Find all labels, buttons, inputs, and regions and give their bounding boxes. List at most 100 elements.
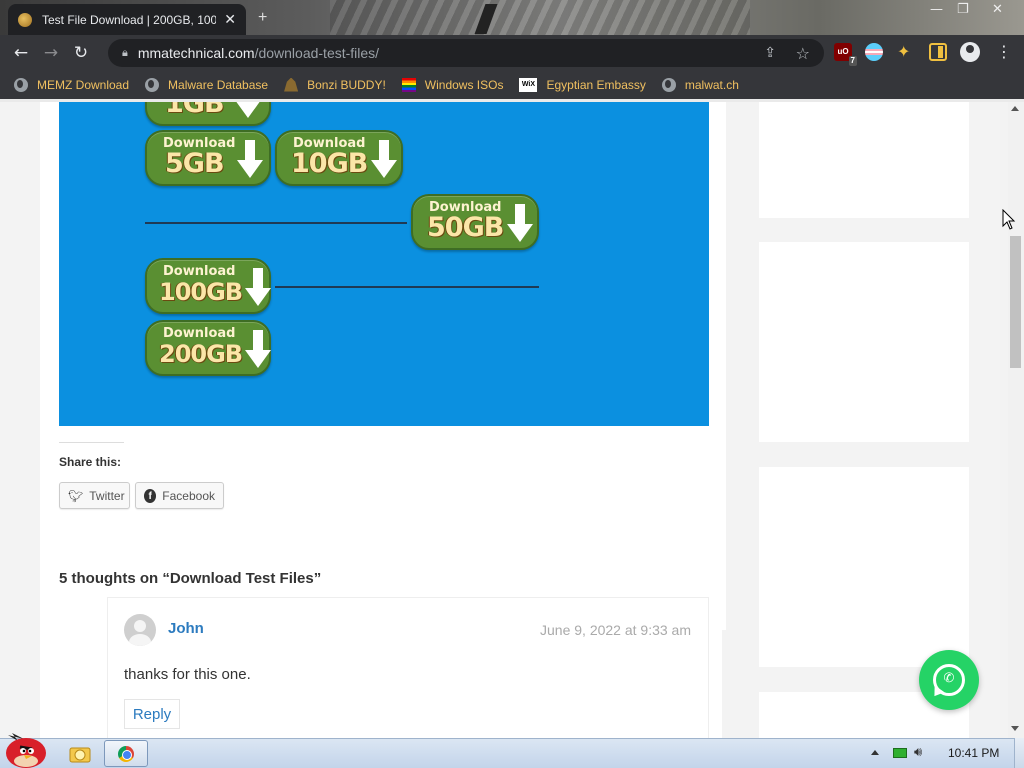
download-size: 50GB: [427, 212, 504, 243]
bookmark-label: Bonzi BUDDY!: [307, 77, 386, 92]
extensions-puzzle-icon[interactable]: ✦: [897, 43, 915, 61]
download-size: 10GB: [291, 148, 368, 179]
download-10gb-button[interactable]: Download 10GB: [275, 130, 403, 186]
show-desktop-button[interactable]: [1014, 738, 1024, 768]
page-scrollbar[interactable]: [1008, 102, 1024, 738]
down-arrow-icon: [245, 268, 271, 308]
wix-icon: WiX: [519, 77, 538, 92]
download-1gb-button[interactable]: Download 1GB: [145, 102, 271, 126]
download-size: 100GB: [159, 278, 243, 306]
reply-button[interactable]: Reply: [124, 699, 180, 729]
down-arrow-icon: [245, 330, 271, 370]
ublock-badge: 7: [848, 56, 857, 66]
download-banner-image: Download 1GB Download 5GB Download 10GB …: [59, 102, 709, 426]
taskbar-clock[interactable]: 10:41 PM: [948, 746, 999, 760]
ublock-label: uO: [837, 47, 849, 56]
download-word: Download: [163, 326, 236, 341]
lock-icon[interactable]: 🔒︎: [122, 46, 128, 60]
sidebar-widget: [759, 102, 969, 218]
globe-icon: [145, 77, 160, 92]
address-bar[interactable]: 🔒︎ mmatechnical.com/download-test-files/…: [108, 39, 824, 67]
facebook-icon: f: [144, 488, 157, 503]
bookmark-egyptian-embassy[interactable]: WiX Egyptian Embassy: [519, 77, 646, 92]
start-angry-bird-icon[interactable]: [2, 731, 50, 768]
browser-tab[interactable]: Test File Download | 200GB, 100GB ✕: [8, 4, 246, 35]
download-50gb-button[interactable]: Download 50GB: [411, 194, 539, 250]
browser-menu-icon[interactable]: ⋮: [996, 42, 1012, 61]
bonzi-icon: [284, 77, 299, 92]
comment-text: thanks for this one.: [124, 666, 251, 683]
banner-divider-line: [145, 222, 407, 224]
comment-author-link[interactable]: John: [168, 620, 204, 637]
flag-extension-icon[interactable]: [865, 43, 883, 61]
facebook-label: Facebook: [162, 488, 215, 503]
show-hidden-icons-icon[interactable]: [871, 750, 879, 755]
twitter-icon: 🐦︎: [68, 488, 84, 503]
down-arrow-icon: [507, 204, 533, 244]
back-arrow-icon[interactable]: ←: [6, 38, 36, 68]
side-panel-icon[interactable]: [929, 43, 947, 61]
sidebar-widget: [759, 467, 969, 667]
download-200gb-button[interactable]: Download 200GB: [145, 320, 271, 376]
close-window-button[interactable]: ✕: [992, 2, 1003, 17]
tab-close-icon[interactable]: ✕: [224, 11, 236, 28]
volume-icon[interactable]: 🔊︎: [914, 745, 922, 760]
reload-icon[interactable]: ↻: [66, 38, 96, 68]
download-100gb-button[interactable]: Download 100GB: [145, 258, 271, 314]
scroll-up-arrow-icon[interactable]: [1011, 106, 1019, 111]
site-favicon-icon: [18, 12, 32, 27]
twitter-label: Twitter: [89, 488, 125, 503]
web-page: Download 1GB Download 5GB Download 10GB …: [0, 102, 1008, 738]
taskbar-chrome-button[interactable]: [104, 740, 148, 767]
bookmark-label: Windows ISOs: [424, 77, 504, 92]
tab-title: Test File Download | 200GB, 100GB: [42, 12, 217, 27]
comments-title: 5 thoughts on “Download Test Files”: [59, 570, 322, 587]
sidebar-widget: [759, 242, 969, 442]
new-tab-icon[interactable]: +: [258, 9, 267, 27]
share-divider: [59, 442, 124, 443]
chrome-icon: [118, 746, 134, 762]
comment-date-link[interactable]: June 9, 2022 at 9:33 am: [500, 622, 691, 638]
battery-icon[interactable]: [893, 748, 907, 758]
share-title: Share this:: [59, 455, 122, 469]
download-size: 1GB: [165, 102, 225, 119]
globe-icon: [661, 77, 676, 92]
bookmark-memz[interactable]: MEMZ Download: [14, 77, 129, 92]
file-explorer-icon[interactable]: [68, 742, 92, 764]
share-icon[interactable]: ⇪: [764, 45, 776, 61]
bookmark-bonzi-buddy[interactable]: Bonzi BUDDY!: [284, 77, 386, 92]
bookmark-windows-isos[interactable]: Windows ISOs: [401, 77, 504, 92]
wallpaper-art: [330, 0, 750, 35]
download-size: 200GB: [159, 340, 243, 368]
download-size: 5GB: [165, 148, 225, 179]
window-titlebar: Test File Download | 200GB, 100GB ✕ + — …: [0, 0, 1024, 35]
down-arrow-icon: [237, 140, 263, 180]
down-arrow-icon: [235, 102, 261, 120]
minimize-button[interactable]: —: [930, 2, 943, 17]
scrollbar-thumb[interactable]: [1010, 236, 1021, 368]
url-path: /download-test-files/: [254, 45, 380, 61]
whatsapp-chat-button[interactable]: ✆: [919, 650, 979, 710]
bookmark-label: malwat.ch: [684, 77, 739, 92]
phone-icon: ✆: [943, 671, 955, 686]
rainbow-flag-icon: [401, 77, 416, 92]
forward-arrow-icon[interactable]: →: [36, 38, 66, 68]
bookmark-label: Egyptian Embassy: [546, 77, 646, 92]
bookmark-malware-database[interactable]: Malware Database: [145, 77, 269, 92]
comment-avatar: [124, 614, 156, 646]
bookmark-label: Malware Database: [168, 77, 269, 92]
bookmark-malwatch[interactable]: malwat.ch: [661, 77, 739, 92]
banner-divider-line: [275, 286, 539, 288]
globe-icon: [14, 77, 28, 92]
bookmark-star-icon[interactable]: ☆: [796, 44, 810, 63]
twitter-share-button[interactable]: 🐦︎ Twitter: [59, 482, 130, 509]
download-5gb-button[interactable]: Download 5GB: [145, 130, 271, 186]
profile-avatar-icon[interactable]: [960, 42, 980, 62]
ublock-extension-icon[interactable]: uO 7: [834, 43, 857, 66]
url-host: mmatechnical.com: [137, 45, 255, 61]
down-arrow-icon: [371, 140, 397, 180]
facebook-share-button[interactable]: f Facebook: [135, 482, 224, 509]
download-word: Download: [163, 264, 236, 279]
maximize-button[interactable]: ❐: [957, 2, 969, 17]
scroll-down-arrow-icon[interactable]: [1011, 726, 1019, 731]
